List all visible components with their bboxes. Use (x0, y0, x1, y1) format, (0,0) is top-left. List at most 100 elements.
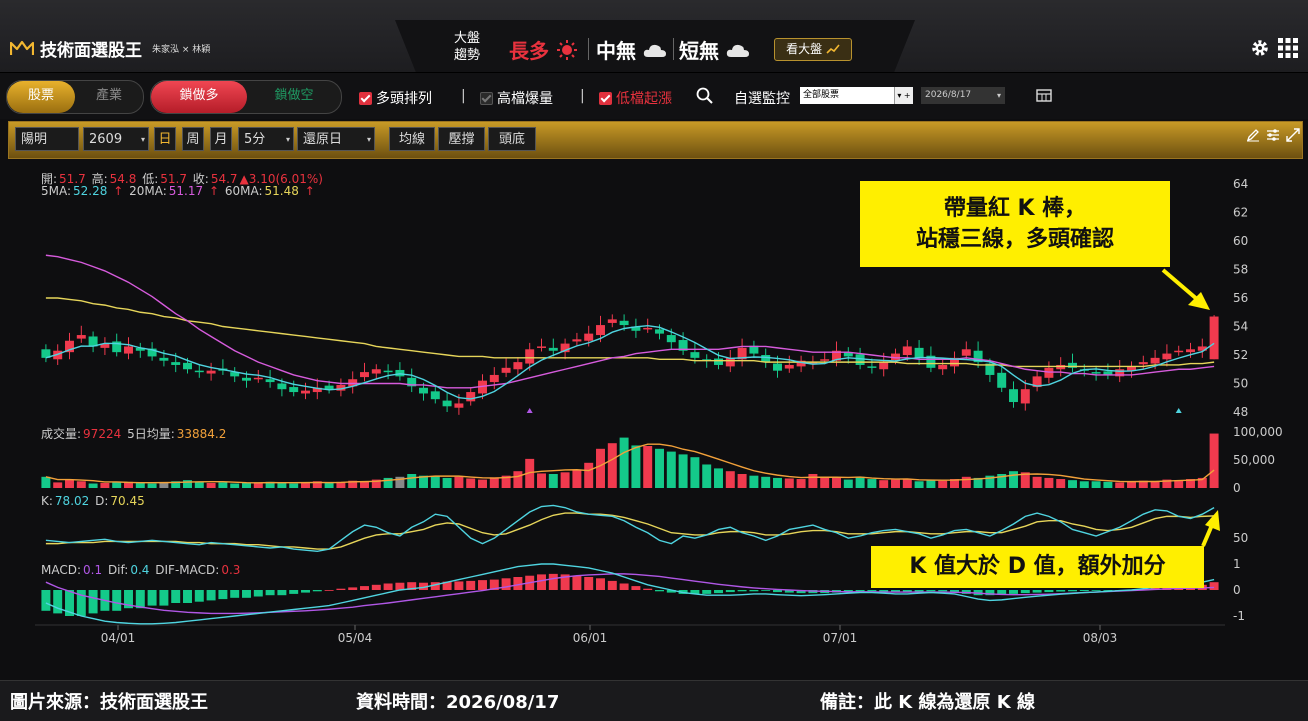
candle (301, 390, 310, 394)
macd-bar (1009, 590, 1018, 594)
candle (938, 364, 948, 370)
candle (1009, 389, 1018, 403)
kd-k-line (45, 504, 1215, 552)
candle (572, 339, 582, 342)
candle (1150, 357, 1160, 364)
macd-bar (761, 590, 771, 591)
price-tick-label: 64 (1233, 177, 1248, 191)
volume-bar (1150, 481, 1160, 488)
macd-bar (371, 584, 381, 590)
volume-bar (666, 451, 676, 488)
volume-bar (584, 462, 594, 488)
volume-bar (725, 471, 735, 488)
macd-bar (112, 590, 122, 611)
macd-bar (1044, 590, 1054, 593)
candle (383, 370, 393, 373)
volume-bar (702, 464, 712, 488)
price-callout-line1: 帶量紅 K 棒， (943, 196, 1087, 221)
price-tick-label: 60 (1233, 234, 1248, 248)
kd-callout: K 值大於 D 值，額外加分 (871, 546, 1204, 588)
volume-bar (761, 476, 771, 488)
volume-bar (430, 476, 440, 488)
price-tick-label: 48 (1233, 405, 1248, 419)
candle (1209, 316, 1219, 360)
volume-bar (513, 471, 523, 488)
volume-bar (655, 448, 664, 488)
macd-bar (135, 590, 145, 609)
candle (537, 346, 546, 348)
candle (997, 372, 1007, 388)
date-tick-label: 07/01 (823, 631, 858, 645)
price-tick-label: 54 (1233, 320, 1248, 334)
volume-bar (938, 480, 948, 488)
footer-time: 資料時間：2026/08/17 (356, 692, 560, 713)
candle (513, 362, 523, 370)
macd-bar (938, 590, 948, 592)
date-tick-label: 05/04 (338, 631, 373, 645)
price-tick-label: 50 (1233, 377, 1248, 391)
macd-bar (631, 586, 641, 590)
volume-tick-label: 100,000 (1233, 425, 1283, 439)
candle (820, 359, 830, 361)
macd-bar (537, 574, 546, 590)
candle (596, 325, 605, 336)
volume-bar (961, 476, 971, 488)
macd-bar (336, 588, 346, 590)
candle (360, 372, 369, 378)
volume-bar (855, 476, 865, 488)
candle (183, 362, 192, 370)
volume-bar (218, 482, 228, 488)
volume-bar (466, 478, 476, 488)
date-tick-label: 08/03 (1083, 631, 1118, 645)
candle (1162, 353, 1172, 360)
price-tick-label: 62 (1233, 206, 1248, 220)
volume-bar (41, 476, 51, 488)
macd-bar (1056, 590, 1066, 592)
ma5-line (45, 324, 1215, 400)
volume-bar (1009, 471, 1018, 488)
volume-bar (1103, 481, 1113, 488)
macd-bar (584, 577, 594, 590)
volume-bar (1209, 433, 1219, 488)
date-tick-label: 04/01 (101, 631, 136, 645)
volume-bar (678, 454, 688, 488)
candle (1020, 389, 1030, 404)
footer-source: 圖片來源：技術面選股王 (10, 692, 208, 713)
volume-bar (714, 468, 723, 488)
candle (206, 370, 216, 374)
candle (242, 377, 251, 381)
macd-bar (454, 581, 464, 590)
candle (277, 383, 287, 390)
candle (784, 364, 794, 369)
price-tick-label: 56 (1233, 291, 1248, 305)
volume-bar (88, 483, 98, 488)
candle (194, 370, 204, 373)
macd-bar (159, 590, 169, 606)
candle (879, 362, 889, 370)
candle (655, 329, 664, 334)
macd-bar (643, 588, 653, 590)
macd-bar (926, 590, 936, 592)
macd-bar (289, 590, 299, 594)
macd-bar (655, 590, 664, 592)
candle (371, 369, 381, 374)
footer: 圖片來源：技術面選股王 資料時間：2026/08/17 備註：此 K 線為還原 … (0, 680, 1308, 721)
volume-bar (277, 482, 287, 488)
macd-bar (702, 590, 712, 594)
volume-bar (324, 482, 334, 488)
volume-bar (1115, 482, 1125, 488)
candle (501, 367, 511, 373)
volume-bar (914, 481, 924, 488)
ma60-line (45, 297, 1215, 368)
macd-bar (596, 578, 605, 590)
candle (124, 346, 133, 354)
footer-note: 備註：此 K 線為還原 K 線 (820, 692, 1035, 713)
candle (466, 392, 476, 402)
candle (773, 363, 782, 371)
candle (430, 391, 440, 400)
volume-bar (808, 474, 818, 488)
macd-bar (749, 590, 759, 592)
date-tick-label: 06/01 (573, 631, 608, 645)
macd-bar (1032, 590, 1042, 593)
candle (961, 349, 971, 356)
